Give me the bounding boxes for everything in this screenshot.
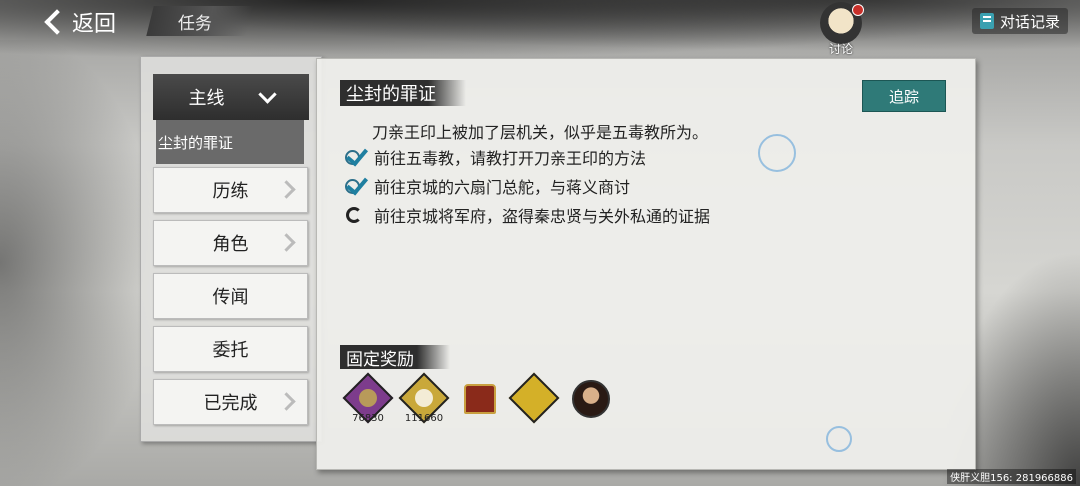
in-progress-icon [342,204,368,226]
category-label: 已完成 [203,393,258,414]
ink-wash-left [0,40,150,486]
reward-item[interactable] [566,376,614,424]
dialog-record-button[interactable]: 对话记录 [971,8,1068,34]
reward-item[interactable] [456,376,504,424]
dialog-record-label: 对话记录 [999,12,1060,31]
quest-step-text: 前往京城的六扇门总舵，与蒋义商讨 [374,178,631,197]
main-line-label: 主线 [188,88,225,109]
book-icon [979,13,994,29]
page-title: 任务 [178,13,212,34]
discuss-button[interactable]: 讨论 [815,2,867,58]
page-title-tab: 任务 [146,6,254,36]
category-label: 委托 [212,340,249,361]
cat-avatar-icon [820,2,864,44]
notification-badge [852,4,864,16]
quest-item-selected[interactable]: 尘封的罪证 [156,120,304,164]
back-label: 返回 [72,12,117,37]
tab-completed[interactable]: 已完成 [153,379,308,425]
touch-ring-decoration [826,426,852,452]
quest-step: 前往京城将军府，盗得秦忠贤与关外私通的证据 [342,203,710,227]
chevron-right-icon [277,392,296,411]
tab-commission[interactable]: 委托 [153,326,308,372]
quest-step-text: 前往五毒教，请教打开刀亲王印的方法 [374,149,647,168]
touch-ring-decoration [758,134,796,172]
tab-main-line[interactable]: 主线 [153,74,309,120]
coin-center [359,389,377,407]
quest-step: 前往五毒教，请教打开刀亲王印的方法 [342,145,646,169]
treasure-chest-icon [464,384,496,414]
category-label: 角色 [212,234,249,255]
back-button[interactable]: 返回 [38,4,138,40]
chevron-down-icon [257,84,277,104]
reward-count: 76830 [352,413,384,424]
chevron-right-icon [277,180,296,199]
tab-experience[interactable]: 历练 [153,167,308,213]
quest-step: 前往京城的六扇门总舵，与蒋义商讨 [342,174,630,198]
checkmark-icon [342,146,368,168]
reward-count: 111660 [404,413,444,424]
tab-character[interactable]: 角色 [153,220,308,266]
reward-title: 固定奖励 [340,345,450,370]
category-label: 历练 [212,181,249,202]
reward-item[interactable] [508,372,560,424]
tab-rumors[interactable]: 传闻 [153,273,308,319]
quest-description: 刀亲王印上被加了层机关，似乎是五毒教所为。 [372,123,709,142]
reward-item[interactable]: 76830 [342,372,394,424]
category-label: 传闻 [212,287,249,308]
reward-item[interactable]: 111660 [398,372,450,424]
track-button[interactable]: 追踪 [862,80,946,112]
coin-center [415,389,433,407]
quest-title: 尘封的罪证 [340,80,466,106]
chevron-right-icon [277,233,296,252]
quest-step-text: 前往京城将军府，盗得秦忠贤与关外私通的证据 [374,207,711,226]
checkmark-icon [342,175,368,197]
back-arrow-icon [44,9,70,35]
character-portrait-icon [572,380,610,418]
player-id-footer: 侠肝义胆156: 281966886 [947,469,1076,484]
scroll-icon [508,372,560,424]
